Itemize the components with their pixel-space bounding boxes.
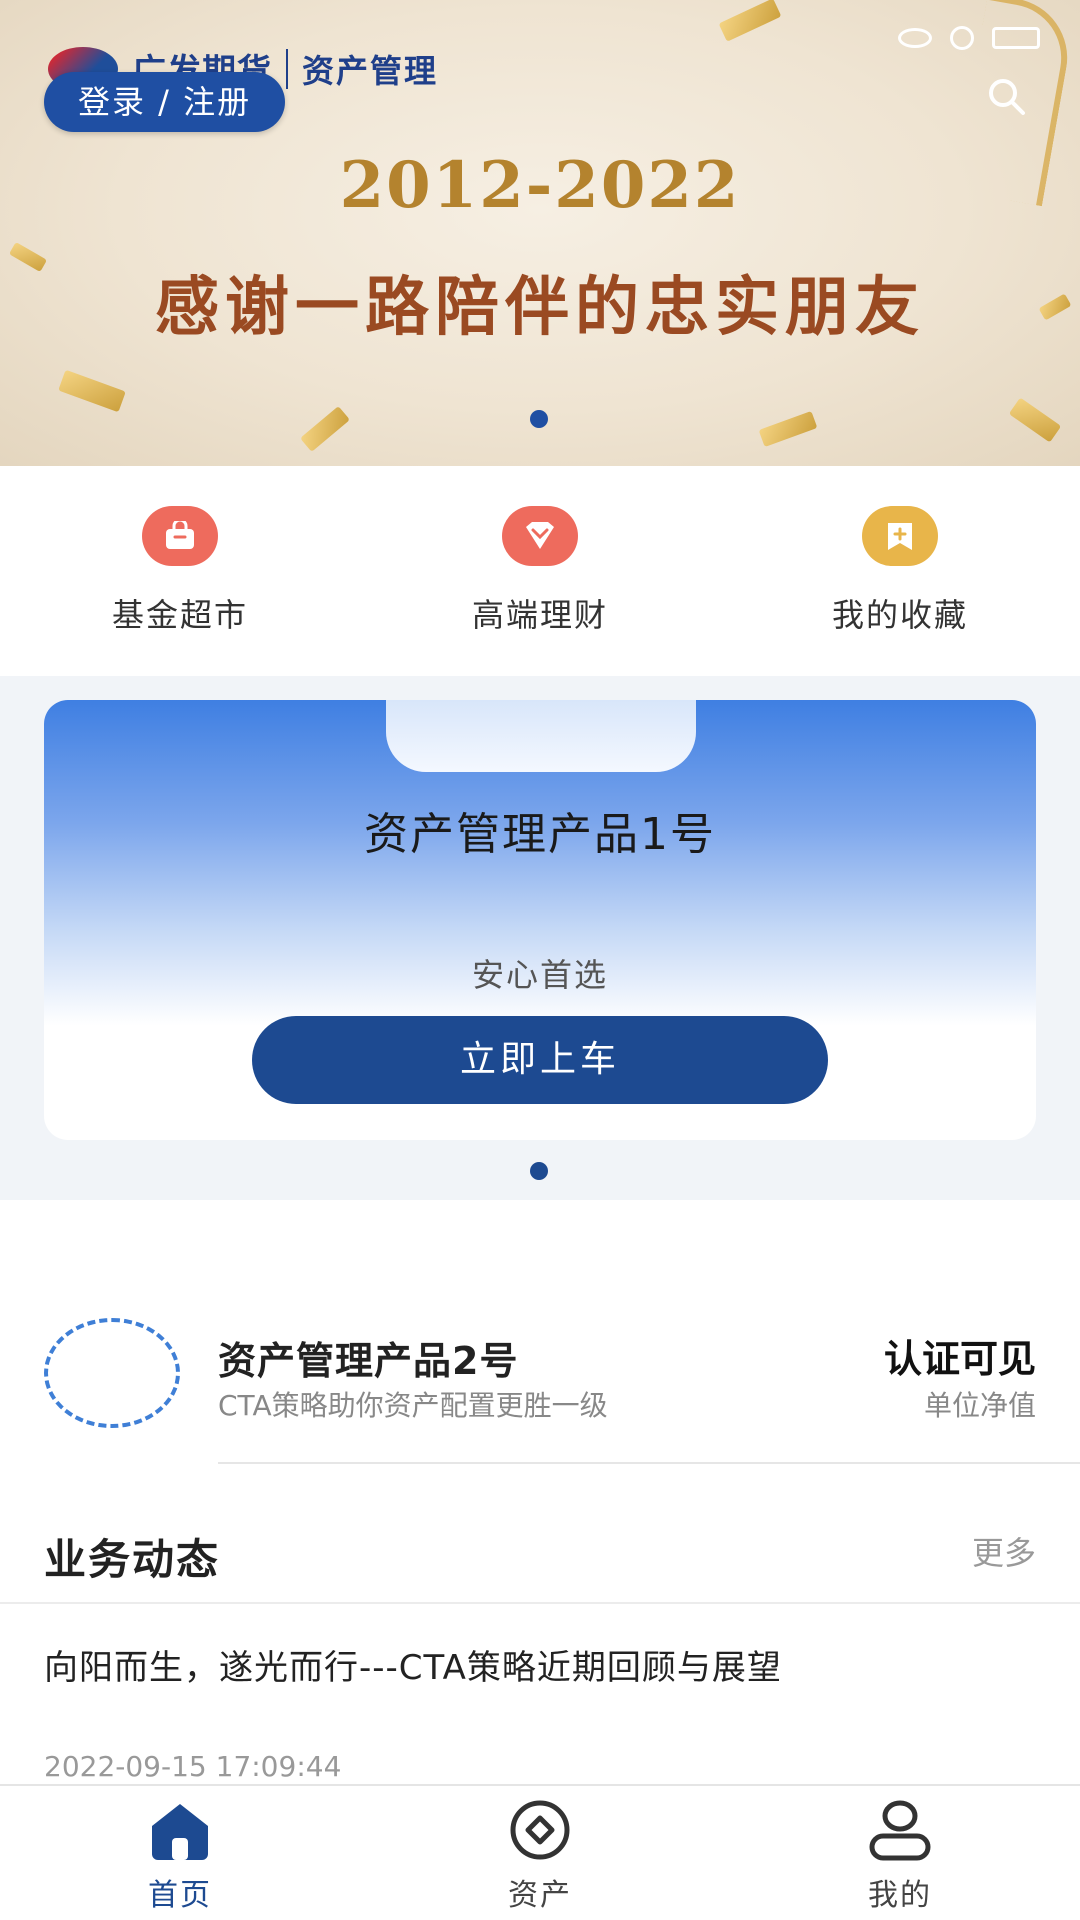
confetti-decoration [300, 406, 350, 452]
tab-mine[interactable]: 我的 [720, 1786, 1080, 1920]
tab-home[interactable]: 首页 [0, 1786, 360, 1920]
battery-icon [992, 27, 1040, 49]
logo-subtitle: 资产管理 [302, 51, 439, 90]
news-item-title[interactable]: 向阳而生，遂光而行---CTA策略近期回顾与展望 [44, 1640, 782, 1689]
tab-label: 资产 [508, 1878, 572, 1913]
featured-product-title: 资产管理产品1号 [364, 809, 716, 860]
tab-assets[interactable]: 资产 [360, 1786, 720, 1920]
product-list-item[interactable]: 资产管理产品2号 CTA策略助你资产配置更胜一级 认证可见 单位净值 [0, 1300, 1080, 1464]
product-description: CTA策略助你资产配置更胜一级 [218, 1389, 608, 1422]
featured-product-card[interactable]: 资产管理产品1号 安心首选 立即上车 [44, 700, 1036, 1140]
home-icon [152, 1804, 208, 1860]
bottom-tab-bar: 首页 资产 我的 [0, 1784, 1080, 1920]
card-pagination-dot [530, 1162, 548, 1180]
search-icon[interactable] [986, 76, 1026, 116]
tab-label: 首页 [148, 1878, 212, 1913]
logo-divider [286, 48, 288, 89]
news-more-link[interactable]: 更多 [972, 1528, 1036, 1574]
eye-icon [898, 28, 932, 48]
product-ring-icon [44, 1318, 180, 1428]
diamond-icon [502, 506, 578, 566]
card-notch-decoration [386, 700, 696, 772]
featured-product-subtitle: 安心首选 [471, 956, 608, 994]
confetti-decoration [758, 410, 818, 448]
bookmark-icon [862, 506, 938, 566]
asset-icon [510, 1800, 570, 1860]
quick-entry-label: 基金超市 [111, 596, 248, 634]
shopping-bag-icon [142, 506, 218, 566]
board-now-button[interactable]: 立即上车 [252, 1016, 828, 1104]
banner-pagination-dot [530, 410, 548, 428]
news-item-time: 2022-09-15 17:09:44 [44, 1750, 342, 1783]
product-nav-value: 认证可见 [883, 1337, 1036, 1381]
product-nav-label: 单位净值 [923, 1389, 1036, 1422]
featured-product-section: 资产管理产品1号 安心首选 立即上车 [0, 676, 1080, 1200]
quick-entry-bar: 基金超市 高端理财 我的收藏 [0, 466, 1080, 676]
quick-entry-label: 我的收藏 [831, 596, 968, 634]
confetti-decoration [718, 0, 782, 42]
confetti-decoration [1008, 397, 1062, 443]
banner-year-text: 2012-2022 [339, 148, 741, 223]
quick-entry-premium-wealth[interactable]: 高端理财 [360, 466, 720, 676]
news-section-header: 业务动态 更多 [0, 1500, 1080, 1604]
quick-entry-fund-market[interactable]: 基金超市 [0, 466, 360, 676]
tab-label: 我的 [868, 1878, 932, 1913]
product-name: 资产管理产品2号 [218, 1339, 519, 1383]
news-section-title: 业务动态 [44, 1535, 221, 1584]
quick-entry-label: 高端理财 [471, 596, 608, 634]
login-register-button[interactable]: 登录 / 注册 [44, 72, 286, 132]
status-bar [898, 26, 1040, 50]
user-icon [869, 1800, 931, 1861]
alarm-icon [950, 26, 974, 50]
divider [218, 1462, 1080, 1464]
hero-banner[interactable]: 广发期货 资产管理 登录 / 注册 2012-2022 感谢一路陪伴的忠实朋友 [0, 0, 1080, 466]
confetti-decoration [58, 369, 126, 413]
banner-slogan: 感谢一路陪伴的忠实朋友 [155, 270, 925, 345]
quick-entry-my-favorites[interactable]: 我的收藏 [720, 466, 1080, 676]
